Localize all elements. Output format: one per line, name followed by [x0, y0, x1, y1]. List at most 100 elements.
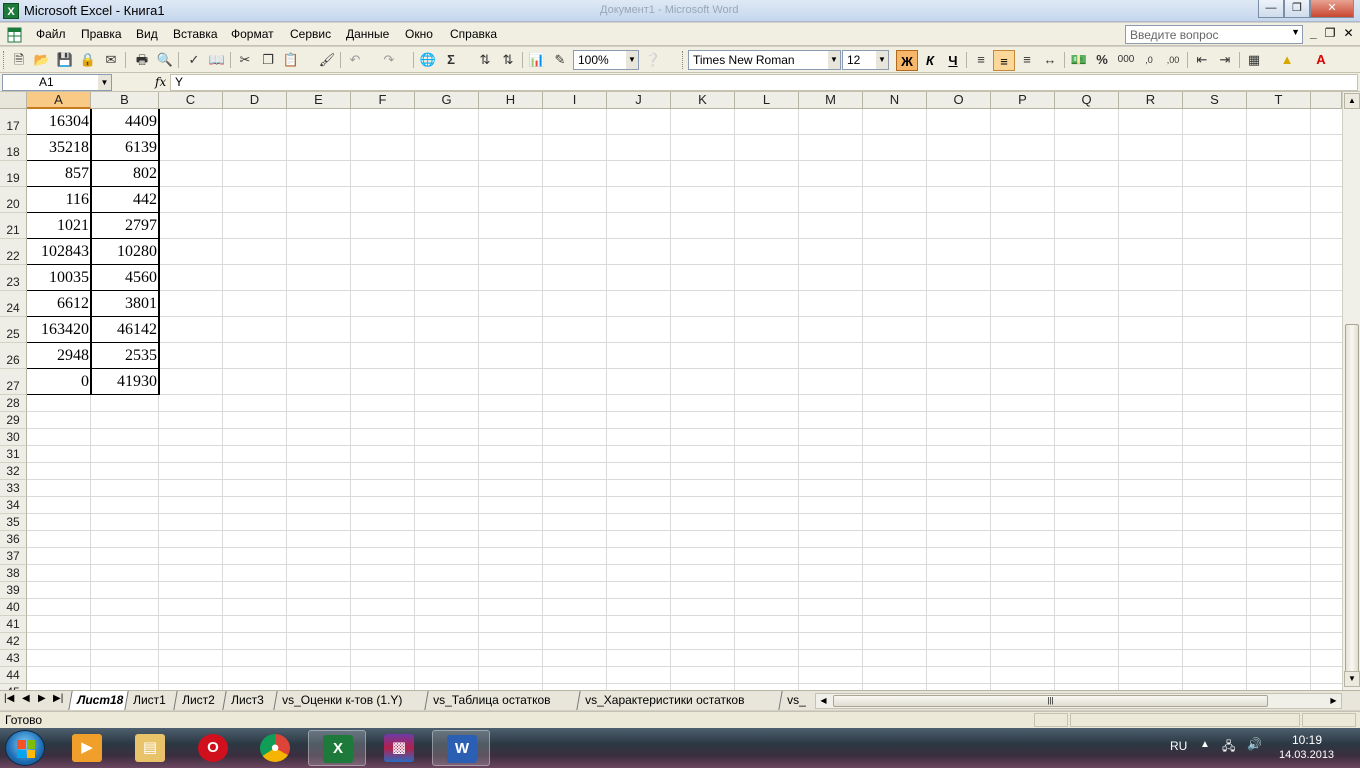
help-icon[interactable]: ❔: [644, 51, 662, 69]
column-header-s[interactable]: S: [1183, 92, 1247, 109]
cell-a[interactable]: 16304: [27, 109, 91, 135]
zoom-select[interactable]: 100% ▼: [573, 50, 639, 70]
copy-icon[interactable]: ❐: [259, 51, 277, 69]
print-icon[interactable]: 🖶: [133, 51, 151, 69]
row-header[interactable]: 21: [0, 213, 27, 239]
column-header-q[interactable]: Q: [1055, 92, 1119, 109]
row-header[interactable]: 30: [0, 429, 27, 446]
save-icon[interactable]: 💾: [56, 51, 74, 69]
chevron-down-icon[interactable]: ▼: [98, 75, 111, 90]
network-icon[interactable]: 🖧: [1222, 737, 1235, 758]
column-header-h[interactable]: H: [479, 92, 543, 109]
chevron-down-icon[interactable]: ▼: [828, 51, 840, 69]
menu-tools[interactable]: Сервис: [290, 27, 331, 41]
row-header[interactable]: 40: [0, 599, 27, 616]
row-header[interactable]: 39: [0, 582, 27, 599]
doc-restore-button[interactable]: ❐: [1325, 26, 1336, 40]
taskbar-winrar[interactable]: ▩: [370, 730, 428, 766]
currency-icon[interactable]: 💵: [1070, 51, 1088, 69]
decrease-decimal-icon[interactable]: ,00: [1164, 51, 1182, 69]
row-header[interactable]: 32: [0, 463, 27, 480]
clock-time[interactable]: 10:19: [1292, 733, 1322, 747]
column-header-r[interactable]: R: [1119, 92, 1183, 109]
cell-a[interactable]: 35218: [27, 135, 91, 161]
borders-icon[interactable]: ▦: [1245, 51, 1263, 69]
row-header[interactable]: 25: [0, 317, 27, 343]
scroll-up-icon[interactable]: ▲: [1344, 93, 1360, 109]
excel-app-icon[interactable]: X: [3, 3, 19, 19]
scroll-down-icon[interactable]: ▼: [1344, 671, 1360, 687]
row-header[interactable]: 36: [0, 531, 27, 548]
cell-a[interactable]: 1021: [27, 213, 91, 239]
cell-a[interactable]: 857: [27, 161, 91, 187]
align-right-icon[interactable]: ≡: [1018, 51, 1036, 69]
sheet-tab[interactable]: Лист2: [173, 691, 223, 710]
minimize-button[interactable]: —: [1258, 0, 1284, 18]
sheet-tab[interactable]: Лист3: [222, 691, 272, 710]
row-header[interactable]: 29: [0, 412, 27, 429]
chart-wizard-icon[interactable]: 📊: [528, 51, 546, 69]
chevron-down-icon[interactable]: ▼: [876, 51, 888, 69]
menu-insert[interactable]: Вставка: [173, 27, 218, 41]
column-header-e[interactable]: E: [287, 92, 351, 109]
column-header-t[interactable]: T: [1247, 92, 1311, 109]
align-left-icon[interactable]: ≡: [972, 51, 990, 69]
cell-b[interactable]: 2797: [91, 213, 159, 239]
hyperlink-icon[interactable]: 🌐: [419, 51, 437, 69]
open-icon[interactable]: 📂: [33, 51, 51, 69]
row-header[interactable]: 42: [0, 633, 27, 650]
close-button[interactable]: ✕: [1310, 0, 1354, 18]
cell-b[interactable]: 442: [91, 187, 159, 213]
cell-b[interactable]: 4409: [91, 109, 159, 135]
doc-close-button[interactable]: ✕: [1343, 26, 1353, 40]
column-header-m[interactable]: M: [799, 92, 863, 109]
percent-icon[interactable]: %: [1093, 51, 1111, 69]
ask-question-input[interactable]: Введите вопрос ▼: [1125, 25, 1303, 44]
row-header[interactable]: 17: [0, 109, 27, 135]
cell-a[interactable]: 116: [27, 187, 91, 213]
spreadsheet-grid[interactable]: A B C D E F G H I J K L M N O P Q R S T 17 16304 4409 18 35218 61…: [0, 92, 1342, 690]
sort-asc-icon[interactable]: ⇅: [476, 51, 494, 69]
align-center-icon[interactable]: ≡: [993, 50, 1015, 71]
row-header[interactable]: 19: [0, 161, 27, 187]
row-header[interactable]: 41: [0, 616, 27, 633]
taskbar-chrome[interactable]: ●: [246, 730, 304, 766]
sheet-tab[interactable]: vs_Характеристики остатков: [576, 691, 753, 710]
cell-a[interactable]: 6612: [27, 291, 91, 317]
horizontal-scroll-thumb[interactable]: |||: [833, 695, 1268, 707]
show-hidden-icons-icon[interactable]: ▲: [1200, 739, 1210, 750]
font-name-select[interactable]: Times New Roman ▼: [688, 50, 841, 70]
column-header-c[interactable]: C: [159, 92, 223, 109]
column-header-p[interactable]: P: [991, 92, 1055, 109]
underline-button[interactable]: Ч: [942, 50, 964, 71]
cell-a[interactable]: 0: [27, 369, 91, 395]
next-sheet-icon[interactable]: ▶: [38, 693, 46, 704]
thousands-icon[interactable]: 000: [1116, 51, 1136, 69]
menu-format[interactable]: Формат: [231, 27, 274, 41]
vertical-scroll-thumb[interactable]: [1345, 324, 1359, 676]
redo-icon[interactable]: ↷: [380, 51, 398, 69]
taskbar-opera[interactable]: O: [184, 730, 242, 766]
start-button[interactable]: [5, 730, 45, 766]
column-header-d[interactable]: D: [223, 92, 287, 109]
row-header[interactable]: 27: [0, 369, 27, 395]
sheet-tab[interactable]: Лист1: [124, 691, 174, 710]
toolbar-grip[interactable]: [682, 51, 685, 69]
undo-icon[interactable]: ↶: [346, 51, 364, 69]
cell-a[interactable]: 102843: [27, 239, 91, 265]
column-header-i[interactable]: I: [543, 92, 607, 109]
column-header-b[interactable]: B: [91, 92, 159, 109]
increase-indent-icon[interactable]: ⇥: [1216, 51, 1234, 69]
menu-data[interactable]: Данные: [346, 27, 389, 41]
menu-file[interactable]: Файл: [36, 27, 66, 41]
row-header[interactable]: 24: [0, 291, 27, 317]
chevron-down-icon[interactable]: ▼: [626, 51, 638, 69]
cell-a[interactable]: 10035: [27, 265, 91, 291]
chevron-down-icon[interactable]: ▼: [1291, 27, 1300, 37]
row-header[interactable]: 44: [0, 667, 27, 684]
fill-color-icon[interactable]: ▲: [1278, 51, 1296, 69]
row-header[interactable]: 22: [0, 239, 27, 265]
row-header[interactable]: 26: [0, 343, 27, 369]
cell-b[interactable]: 2535: [91, 343, 159, 369]
cell-b[interactable]: 6139: [91, 135, 159, 161]
